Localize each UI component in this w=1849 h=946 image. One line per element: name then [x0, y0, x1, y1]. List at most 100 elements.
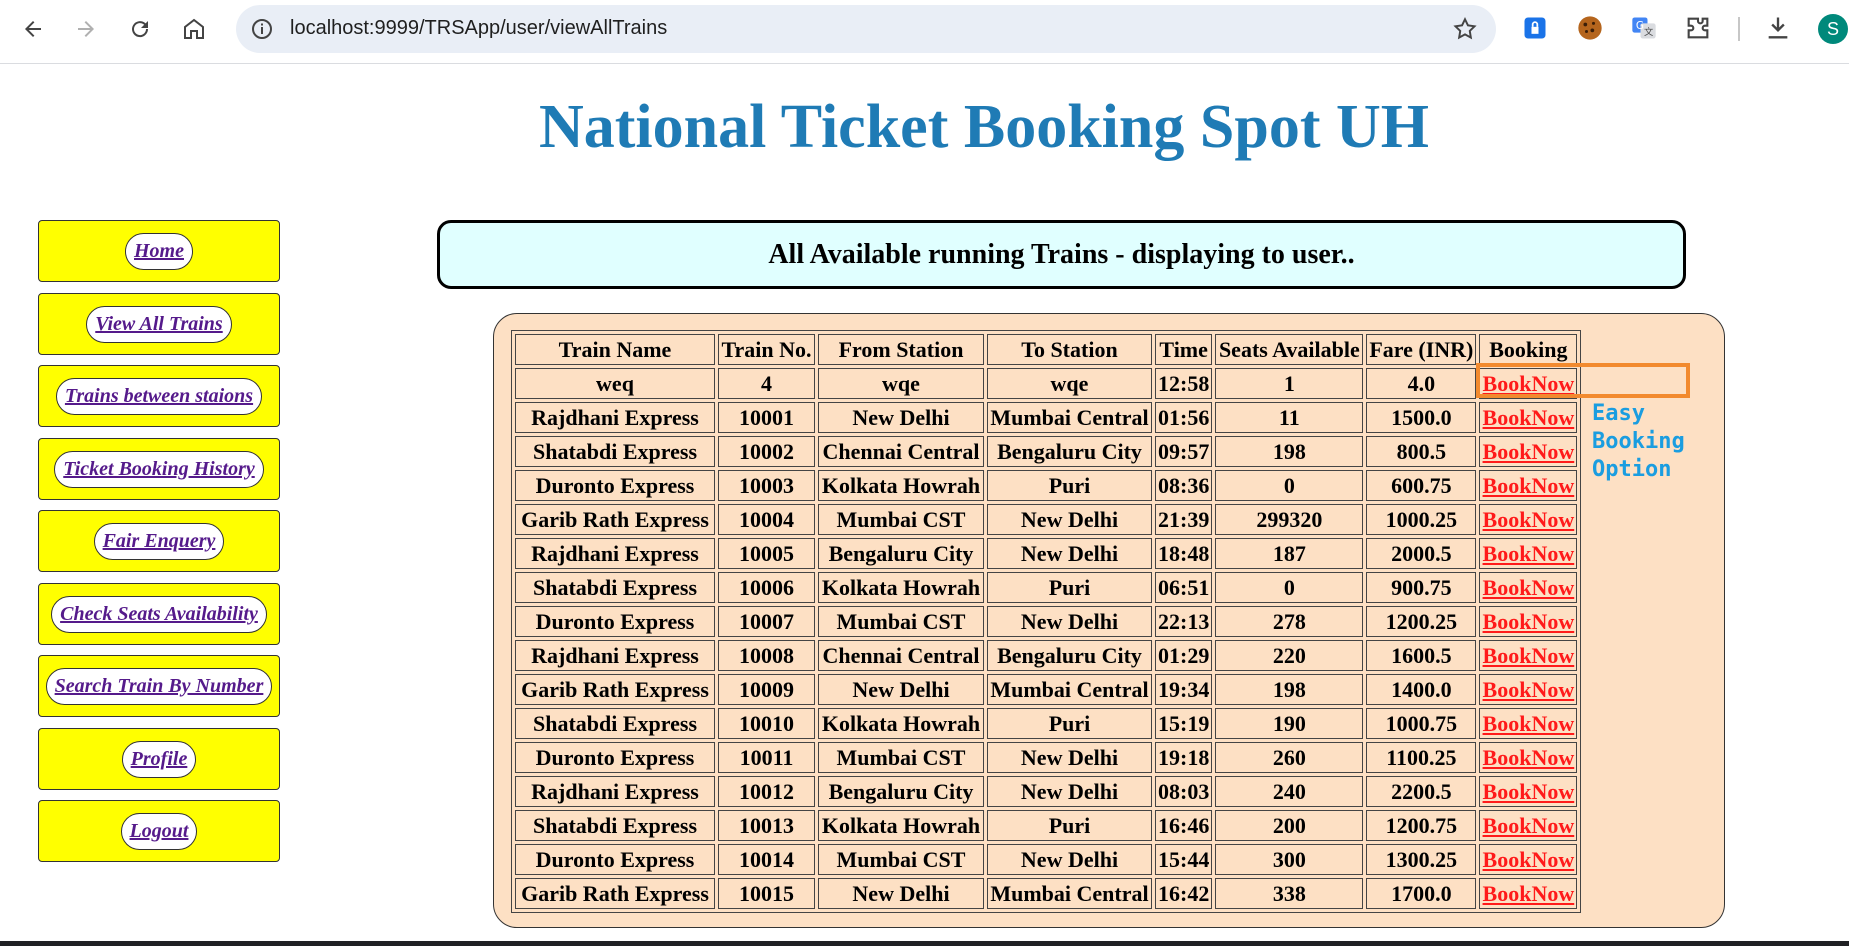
booking-cell[interactable]: BookNow: [1479, 844, 1578, 875]
address-bar[interactable]: localhost:9999/TRSApp/user/viewAllTrains: [236, 5, 1496, 53]
reload-icon[interactable]: [121, 10, 159, 48]
sidebar-link-check-seats[interactable]: Check Seats Availability: [51, 595, 267, 633]
table-row: weq 4 wqe wqe 12:58 1 4.0 BookNow: [515, 368, 1578, 399]
book-now-link[interactable]: BookNow: [1483, 609, 1575, 634]
booking-cell[interactable]: BookNow: [1479, 436, 1578, 467]
seats-cell: 260: [1215, 742, 1364, 773]
time-cell: 15:44: [1155, 844, 1213, 875]
book-now-link[interactable]: BookNow: [1483, 643, 1575, 668]
table-row: Duronto Express 10011 Mumbai CST New Delhi 1…: [515, 742, 1578, 773]
sidebar-item-trains-between-stations[interactable]: Trains between staions: [38, 365, 280, 427]
train-number-cell: 10012: [718, 776, 815, 807]
booking-cell[interactable]: BookNow: [1479, 640, 1578, 671]
time-cell: 08:36: [1155, 470, 1213, 501]
train-name-cell: Shatabdi Express: [515, 708, 715, 739]
site-info-icon[interactable]: [250, 17, 274, 41]
sidebar-item-check-seats[interactable]: Check Seats Availability: [38, 583, 280, 645]
fare-cell: 1400.0: [1366, 674, 1477, 705]
translate-icon[interactable]: G文: [1629, 13, 1659, 43]
book-now-link[interactable]: BookNow: [1483, 881, 1575, 906]
book-now-link[interactable]: BookNow: [1483, 575, 1575, 600]
booking-cell[interactable]: BookNow: [1479, 810, 1578, 841]
sidebar-link-home[interactable]: Home: [125, 232, 193, 270]
fare-cell: 1700.0: [1366, 878, 1477, 909]
booking-cell[interactable]: BookNow: [1479, 504, 1578, 535]
sidebar-link-fair-enquiry[interactable]: Fair Enquery: [93, 522, 225, 560]
seats-cell: 1: [1215, 368, 1364, 399]
booking-cell[interactable]: BookNow: [1479, 708, 1578, 739]
time-cell: 19:18: [1155, 742, 1213, 773]
fare-cell: 1600.5: [1366, 640, 1477, 671]
train-name-cell: Rajdhani Express: [515, 640, 715, 671]
booking-cell[interactable]: BookNow: [1479, 776, 1578, 807]
download-icon[interactable]: [1763, 13, 1793, 43]
booking-cell[interactable]: BookNow: [1479, 572, 1578, 603]
table-row: Garib Rath Express 10009 New Delhi Mumbai C…: [515, 674, 1578, 705]
extensions-puzzle-icon[interactable]: [1683, 13, 1713, 43]
book-now-link[interactable]: BookNow: [1483, 711, 1575, 736]
booking-cell[interactable]: BookNow: [1479, 402, 1578, 433]
time-cell: 08:03: [1155, 776, 1213, 807]
profile-avatar[interactable]: S: [1818, 14, 1848, 44]
sidebar-link-profile[interactable]: Profile: [121, 740, 197, 778]
book-now-link[interactable]: BookNow: [1483, 541, 1575, 566]
from-station-cell: Mumbai CST: [818, 844, 984, 875]
sidebar-item-logout[interactable]: Logout: [38, 800, 280, 862]
book-now-link[interactable]: BookNow: [1483, 507, 1575, 532]
book-now-link[interactable]: BookNow: [1483, 405, 1575, 430]
back-arrow-icon[interactable]: [14, 10, 52, 48]
bookmark-star-icon[interactable]: [1452, 16, 1478, 42]
sidebar-item-view-all-trains[interactable]: View All Trains: [38, 293, 280, 355]
book-now-link[interactable]: BookNow: [1483, 745, 1575, 770]
booking-cell[interactable]: BookNow: [1479, 742, 1578, 773]
time-cell: 16:42: [1155, 878, 1213, 909]
train-name-cell: Duronto Express: [515, 742, 715, 773]
from-station-cell: Bengaluru City: [818, 538, 984, 569]
book-now-link[interactable]: BookNow: [1483, 677, 1575, 702]
sidebar-item-home[interactable]: Home: [38, 220, 280, 282]
trains-table: Train Name Train No. From Station To Sta…: [511, 330, 1582, 913]
time-cell: 09:57: [1155, 436, 1213, 467]
booking-cell[interactable]: BookNow: [1479, 538, 1578, 569]
booking-cell[interactable]: BookNow: [1479, 674, 1578, 705]
book-now-link[interactable]: BookNow: [1483, 473, 1575, 498]
seats-cell: 190: [1215, 708, 1364, 739]
table-row: Rajdhani Express 10001 New Delhi Mumbai Cen…: [515, 402, 1578, 433]
book-now-link[interactable]: BookNow: [1483, 439, 1575, 464]
sidebar-item-profile[interactable]: Profile: [38, 728, 280, 790]
sidebar-link-booking-history[interactable]: Ticket Booking History: [54, 450, 264, 488]
cookie-icon[interactable]: [1575, 13, 1605, 43]
book-now-link[interactable]: BookNow: [1483, 847, 1575, 872]
header-seats: Seats Available: [1215, 334, 1364, 365]
sidebar-link-search-train[interactable]: Search Train By Number: [45, 667, 273, 705]
sidebar-item-booking-history[interactable]: Ticket Booking History: [38, 438, 280, 500]
table-row: Duronto Express 10007 Mumbai CST New Delhi 2…: [515, 606, 1578, 637]
header-time: Time: [1155, 334, 1213, 365]
train-number-cell: 4: [718, 368, 815, 399]
url-text[interactable]: localhost:9999/TRSApp/user/viewAllTrains: [290, 17, 667, 40]
sidebar-link-logout[interactable]: Logout: [120, 812, 198, 850]
book-now-link[interactable]: BookNow: [1483, 813, 1575, 838]
password-manager-icon[interactable]: [1520, 13, 1550, 43]
sidebar-link-trains-between-stations[interactable]: Trains between staions: [55, 377, 263, 415]
forward-arrow-icon[interactable]: [67, 10, 105, 48]
booking-cell[interactable]: BookNow: [1479, 606, 1578, 637]
booking-annotation: Easy Booking Option: [1592, 401, 1685, 482]
to-station-cell: New Delhi: [987, 742, 1152, 773]
booking-cell[interactable]: BookNow: [1479, 470, 1578, 501]
bottom-edge: [0, 941, 1849, 946]
sidebar-item-search-train[interactable]: Search Train By Number: [38, 655, 280, 717]
table-row: Duronto Express 10014 Mumbai CST New Delhi 1…: [515, 844, 1578, 875]
fare-cell: 900.75: [1366, 572, 1477, 603]
from-station-cell: Chennai Central: [818, 640, 984, 671]
booking-cell[interactable]: BookNow: [1479, 878, 1578, 909]
train-number-cell: 10002: [718, 436, 815, 467]
home-icon[interactable]: [175, 10, 213, 48]
train-name-cell: Rajdhani Express: [515, 538, 715, 569]
from-station-cell: Bengaluru City: [818, 776, 984, 807]
sidebar-item-fair-enquiry[interactable]: Fair Enquery: [38, 510, 280, 572]
sidebar-link-view-all-trains[interactable]: View All Trains: [86, 305, 232, 343]
to-station-cell: Puri: [987, 470, 1152, 501]
book-now-link[interactable]: BookNow: [1483, 779, 1575, 804]
from-station-cell: New Delhi: [818, 402, 984, 433]
